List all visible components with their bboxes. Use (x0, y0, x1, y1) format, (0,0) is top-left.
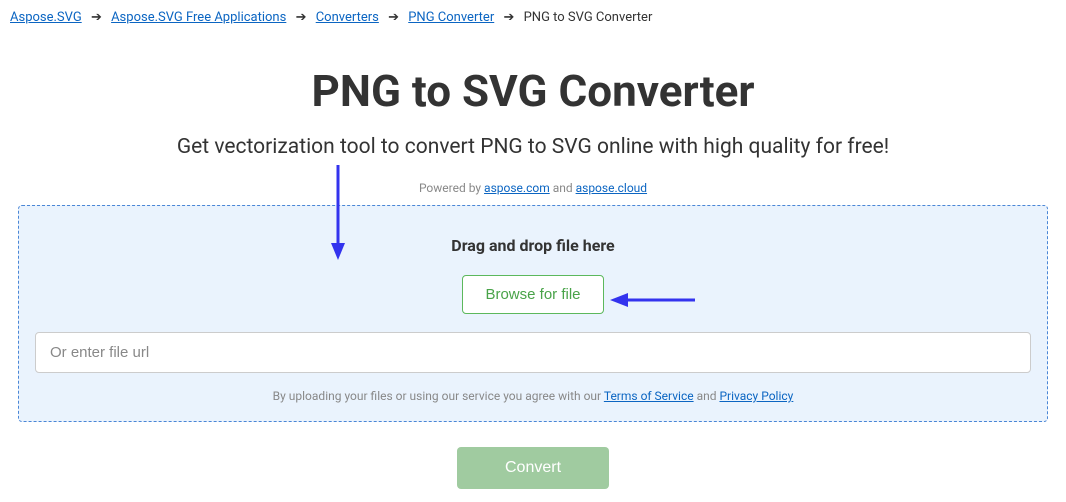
dropzone-label: Drag and drop file here (35, 236, 1031, 255)
powered-and: and (550, 181, 576, 195)
terms-agreement: By uploading your files or using our ser… (35, 389, 1031, 403)
breadcrumb: Aspose.SVG ➔ Aspose.SVG Free Application… (0, 0, 1066, 25)
powered-prefix: Powered by (419, 181, 484, 195)
privacy-policy-link[interactable]: Privacy Policy (719, 389, 793, 403)
page-title: PNG to SVG Converter (0, 65, 1066, 117)
browse-button[interactable]: Browse for file (462, 275, 603, 314)
powered-by: Powered by aspose.com and aspose.cloud (0, 181, 1066, 195)
file-url-input[interactable] (35, 332, 1031, 373)
breadcrumb-link-free-apps[interactable]: Aspose.SVG Free Applications (111, 10, 286, 25)
agree-prefix: By uploading your files or using our ser… (273, 389, 604, 403)
arrow-separator-icon: ➔ (388, 10, 399, 25)
agree-and: and (694, 389, 720, 403)
page-subtitle: Get vectorization tool to convert PNG to… (0, 135, 1066, 159)
convert-button[interactable]: Convert (457, 447, 609, 489)
terms-of-service-link[interactable]: Terms of Service (604, 389, 694, 403)
breadcrumb-link-png-converter[interactable]: PNG Converter (408, 10, 494, 25)
breadcrumb-link-aspose-svg[interactable]: Aspose.SVG (10, 10, 82, 25)
powered-link-aspose-com[interactable]: aspose.com (484, 181, 550, 195)
file-dropzone[interactable]: Drag and drop file here Browse for file … (18, 205, 1048, 422)
breadcrumb-link-converters[interactable]: Converters (316, 10, 379, 25)
breadcrumb-current: PNG to SVG Converter (524, 10, 653, 25)
arrow-separator-icon: ➔ (296, 10, 307, 25)
arrow-separator-icon: ➔ (503, 10, 514, 25)
arrow-separator-icon: ➔ (91, 10, 102, 25)
powered-link-aspose-cloud[interactable]: aspose.cloud (576, 181, 647, 195)
